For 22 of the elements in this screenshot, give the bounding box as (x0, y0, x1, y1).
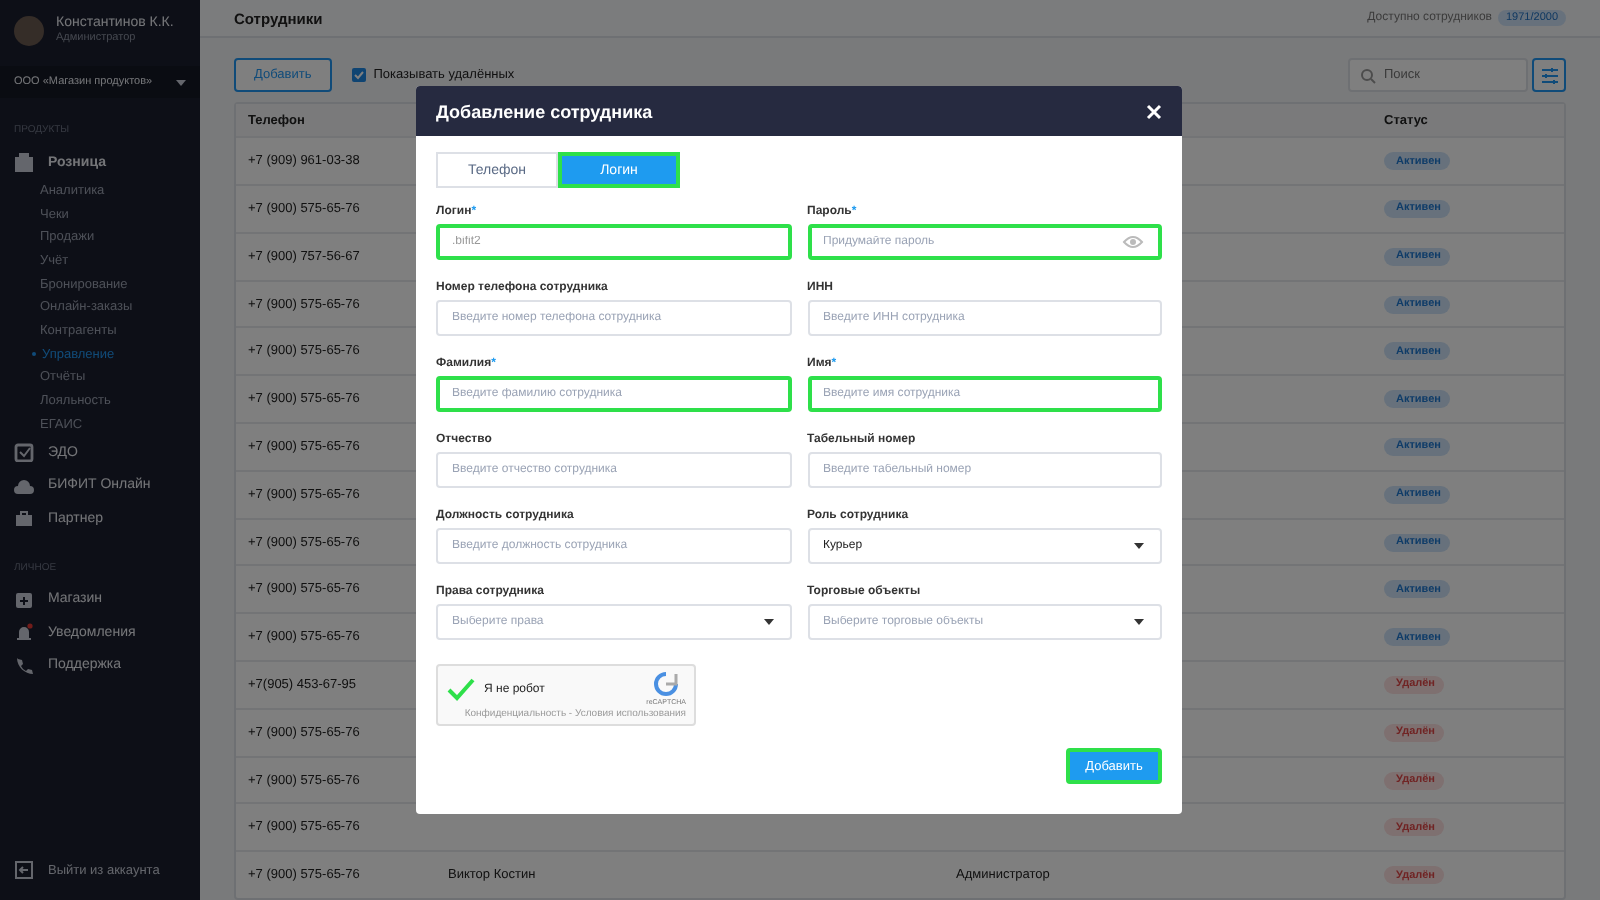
bell-icon (14, 622, 34, 643)
caret-icon (1134, 543, 1144, 549)
bag-icon (14, 152, 34, 173)
avatar (14, 15, 44, 45)
recaptcha-logo-icon (654, 672, 679, 696)
logout-icon (14, 860, 34, 880)
caret-icon (763, 619, 773, 625)
close-button[interactable] (1146, 103, 1162, 119)
briefcase-icon (14, 508, 34, 529)
check-icon (351, 68, 366, 83)
cloud-icon (14, 475, 34, 496)
eye-icon (1122, 233, 1144, 251)
caret-icon (176, 79, 186, 85)
close-icon (1146, 103, 1162, 119)
sliders-icon (1539, 65, 1559, 86)
filter-button[interactable] (1532, 58, 1566, 93)
phone-icon (14, 655, 34, 676)
clipboard-icon (14, 442, 34, 463)
caret-icon (1134, 619, 1144, 625)
search-icon (1360, 67, 1376, 84)
checkbox[interactable] (351, 68, 366, 83)
dialog-title: Добавление сотрудника (436, 101, 653, 121)
